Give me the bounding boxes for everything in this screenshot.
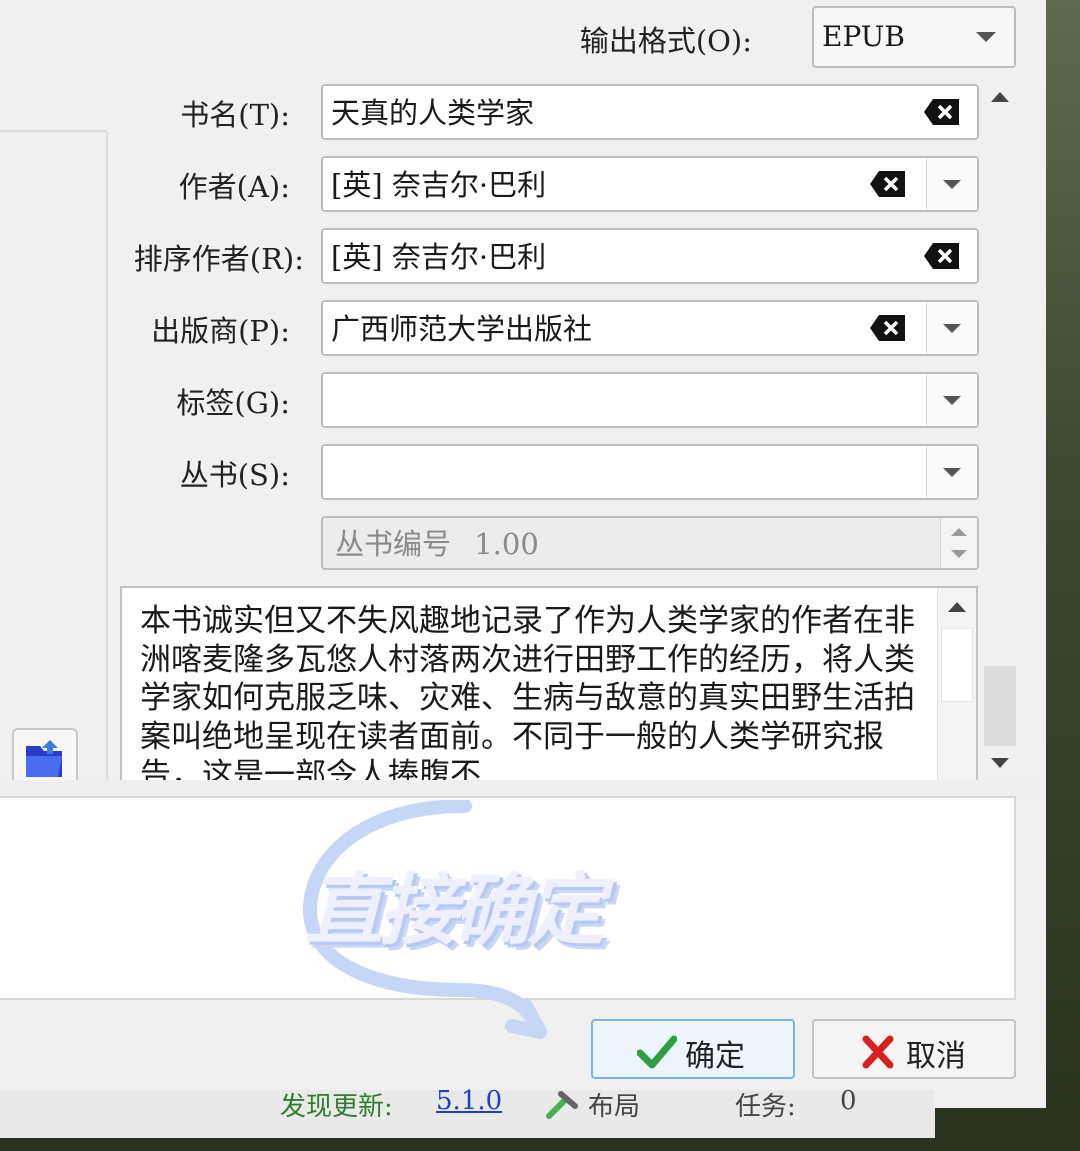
clear-icon[interactable] <box>923 98 961 126</box>
series-label: 丛书(S): <box>179 458 290 492</box>
section-divider <box>0 780 1046 796</box>
jobs-count: 0 <box>840 1086 857 1116</box>
publisher-label: 出版商(P): <box>151 314 290 348</box>
scrollbar-thumb[interactable] <box>941 628 973 702</box>
clear-icon[interactable] <box>869 170 907 198</box>
publisher-combobox[interactable]: 广西师范大学出版社 <box>321 300 979 356</box>
series-index-spin-buttons[interactable] <box>940 518 977 568</box>
update-version-link[interactable]: 5.1.0 <box>436 1086 502 1116</box>
author-sort-input[interactable]: [英] 奈吉尔·巴利 <box>321 228 979 284</box>
comments-text: 本书诚实但又不失风趣地记录了作为人类学家的作者在非洲喀麦隆多瓦悠人村落两次进行田… <box>140 603 915 786</box>
tags-label: 标签(G): <box>176 386 290 420</box>
title-input[interactable]: 天真的人类学家 <box>321 84 979 140</box>
folder-icon <box>26 740 62 777</box>
series-combobox[interactable] <box>321 444 979 500</box>
annotation-text: 直接确定 <box>305 866 605 956</box>
title-label: 书名(T): <box>180 98 290 132</box>
scroll-down-icon[interactable] <box>991 758 1009 768</box>
tags-combobox[interactable] <box>321 372 979 428</box>
scroll-up-icon[interactable] <box>991 92 1009 102</box>
layout-button[interactable]: 布局 <box>588 1086 640 1123</box>
chevron-down-icon <box>976 32 996 42</box>
hammer-icon <box>546 1091 578 1119</box>
output-format-select[interactable]: EPUB <box>812 6 1016 68</box>
cover-panel <box>0 130 108 794</box>
clear-icon[interactable] <box>869 314 907 342</box>
form-scrollbar[interactable] <box>982 82 1018 780</box>
scrollbar-thumb[interactable] <box>984 666 1016 746</box>
tags-dropdown-button[interactable] <box>926 374 977 426</box>
author-sort-label: 排序作者(R): <box>133 242 304 276</box>
comments-editor[interactable]: 本书诚实但又不失风趣地记录了作为人类学家的作者在非洲喀麦隆多瓦悠人村落两次进行田… <box>120 586 978 786</box>
author-dropdown-button[interactable] <box>926 158 977 210</box>
close-icon <box>862 1035 894 1069</box>
comments-scrollbar[interactable] <box>937 588 976 784</box>
cancel-button[interactable]: 取消 <box>812 1019 1016 1079</box>
author-label: 作者(A): <box>178 170 290 204</box>
checkmark-icon <box>637 1035 677 1069</box>
scroll-up-icon[interactable] <box>948 602 966 612</box>
series-index-spinbox[interactable]: 丛书编号 1.00 <box>321 516 979 570</box>
jobs-label: 任务: <box>735 1092 796 1122</box>
series-index-value: 1.00 <box>474 527 539 562</box>
background-status-bar: 发现更新: 5.1.0 布局 任务: 0 <box>0 1086 935 1138</box>
update-label: 发现更新: <box>280 1092 393 1122</box>
series-index-label: 丛书编号 <box>335 527 452 562</box>
clear-icon[interactable] <box>923 242 961 270</box>
metadata-dialog: 输出格式(O): EPUB 书名(T): 天真的人类学家 作者(A): [英] … <box>0 0 1046 1108</box>
author-combobox[interactable]: [英] 奈吉尔·巴利 <box>321 156 979 212</box>
ok-button[interactable]: 确定 <box>591 1019 795 1079</box>
series-dropdown-button[interactable] <box>926 446 977 498</box>
output-format-label: 输出格式(O): <box>579 24 752 58</box>
publisher-dropdown-button[interactable] <box>926 302 977 354</box>
